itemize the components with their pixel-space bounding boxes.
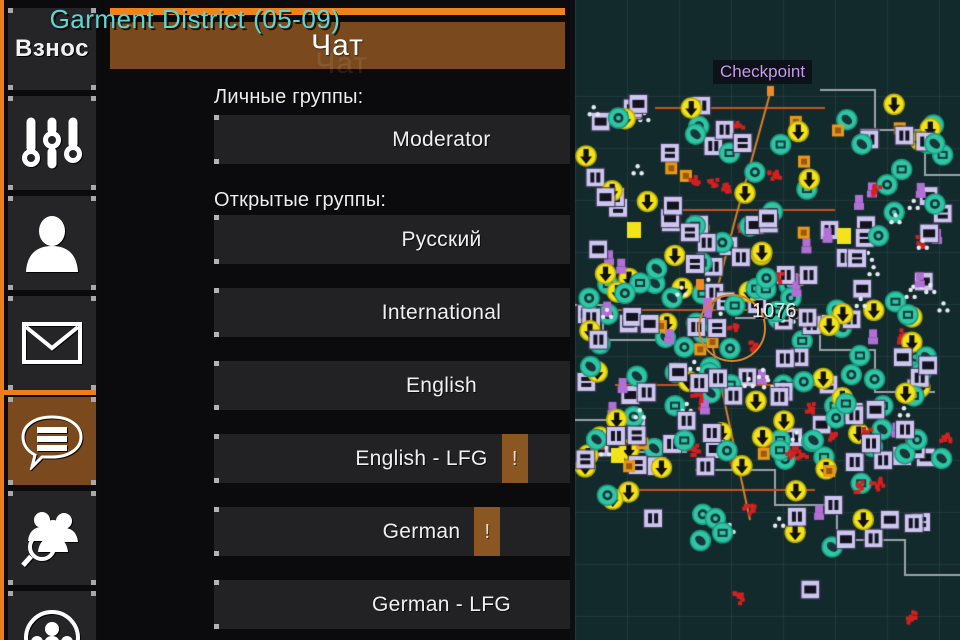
- corner-marker: [8, 591, 13, 596]
- alert-badge: !: [474, 507, 501, 556]
- corner-marker: [214, 434, 219, 439]
- corner-marker: [91, 285, 96, 290]
- corner-marker: [91, 480, 96, 485]
- group-name: Русский: [401, 227, 482, 251]
- corner-marker: [91, 96, 96, 101]
- corner-marker: [214, 507, 219, 512]
- corner-marker: [8, 580, 13, 585]
- corner-marker: [8, 8, 13, 13]
- sidebar-item-chat[interactable]: [8, 397, 96, 485]
- corner-marker: [214, 624, 219, 629]
- row-content: International: [382, 301, 501, 325]
- public-groups-label: Открытые группы:: [214, 189, 387, 211]
- corner-marker: [91, 85, 96, 90]
- corner-marker: [214, 159, 219, 164]
- corner-marker: [214, 361, 219, 366]
- corner-marker: [8, 285, 13, 290]
- corner-marker: [8, 397, 13, 402]
- sidebar-item-clan[interactable]: [8, 591, 96, 640]
- corner-marker: [214, 115, 219, 120]
- map-canvas[interactable]: [575, 0, 960, 640]
- sidebar-item-settings[interactable]: [8, 96, 96, 190]
- corner-marker: [8, 491, 13, 496]
- corner-marker: [8, 480, 13, 485]
- corner-marker: [8, 85, 13, 90]
- nav-accent-strip: [0, 0, 4, 640]
- person-icon: [26, 216, 78, 272]
- corner-marker: [91, 185, 96, 190]
- group-name: English - LFG: [355, 446, 488, 470]
- group-name: German: [382, 519, 461, 543]
- corner-marker: [91, 591, 96, 596]
- corner-marker: [91, 397, 96, 402]
- sidebar-item-vznos[interactable]: Взнос: [8, 8, 96, 90]
- corner-marker: [8, 185, 13, 190]
- private-groups-label: Личные группы:: [214, 86, 364, 108]
- group-name: International: [381, 300, 502, 324]
- map-icons-layer: [575, 0, 960, 640]
- corner-marker: [214, 478, 219, 483]
- sidebar-selected-indicator: [4, 390, 96, 395]
- sidebar-item-label: Взнос: [15, 35, 89, 62]
- row-content: Moderator: [392, 128, 490, 152]
- row-content: Русский: [401, 228, 481, 252]
- sidebar-item-profile[interactable]: [8, 196, 96, 290]
- envelope-icon: [22, 322, 82, 364]
- app-root: Взнос Чат Чат Личные группы: Moderator О…: [0, 0, 960, 640]
- corner-marker: [214, 288, 219, 293]
- corner-marker: [8, 196, 13, 201]
- chat-panel: Чат Чат Личные группы: Moderator Открыты…: [104, 0, 669, 640]
- checkpoint-label: Checkpoint: [713, 60, 813, 84]
- corner-marker: [214, 259, 219, 264]
- corner-marker: [91, 491, 96, 496]
- chat-panel-header: Чат Чат: [110, 22, 565, 80]
- group-name: Moderator: [392, 127, 491, 151]
- page-title: Чат: [311, 28, 364, 62]
- row-content: English - LFG !: [355, 434, 528, 483]
- alert-badge: !: [501, 434, 528, 483]
- row-content: German - LFG: [372, 593, 511, 617]
- corner-marker: [214, 215, 219, 220]
- map-view[interactable]: [570, 0, 960, 640]
- corner-marker: [91, 196, 96, 201]
- left-nav-bar: Взнос: [0, 0, 100, 640]
- sliders-icon: [22, 117, 82, 169]
- group-search-icon: [21, 512, 78, 567]
- corner-marker: [214, 551, 219, 556]
- corner-marker: [91, 296, 96, 301]
- chat-bubble-icon: [21, 415, 83, 470]
- corner-marker: [8, 296, 13, 301]
- chat-panel-top-rule: [110, 8, 565, 15]
- group-name: German - LFG: [372, 592, 511, 616]
- corner-marker: [214, 332, 219, 337]
- corner-marker: [91, 580, 96, 585]
- sidebar-item-find-group[interactable]: [8, 491, 96, 585]
- corner-marker: [91, 8, 96, 13]
- group-name: English: [406, 373, 477, 397]
- corner-marker: [8, 96, 13, 101]
- sidebar-item-mail[interactable]: [8, 296, 96, 390]
- corner-marker: [214, 405, 219, 410]
- corner-marker: [214, 580, 219, 585]
- row-content: German !: [383, 507, 501, 556]
- row-content: English: [406, 374, 477, 398]
- clan-circle-icon: [24, 610, 80, 640]
